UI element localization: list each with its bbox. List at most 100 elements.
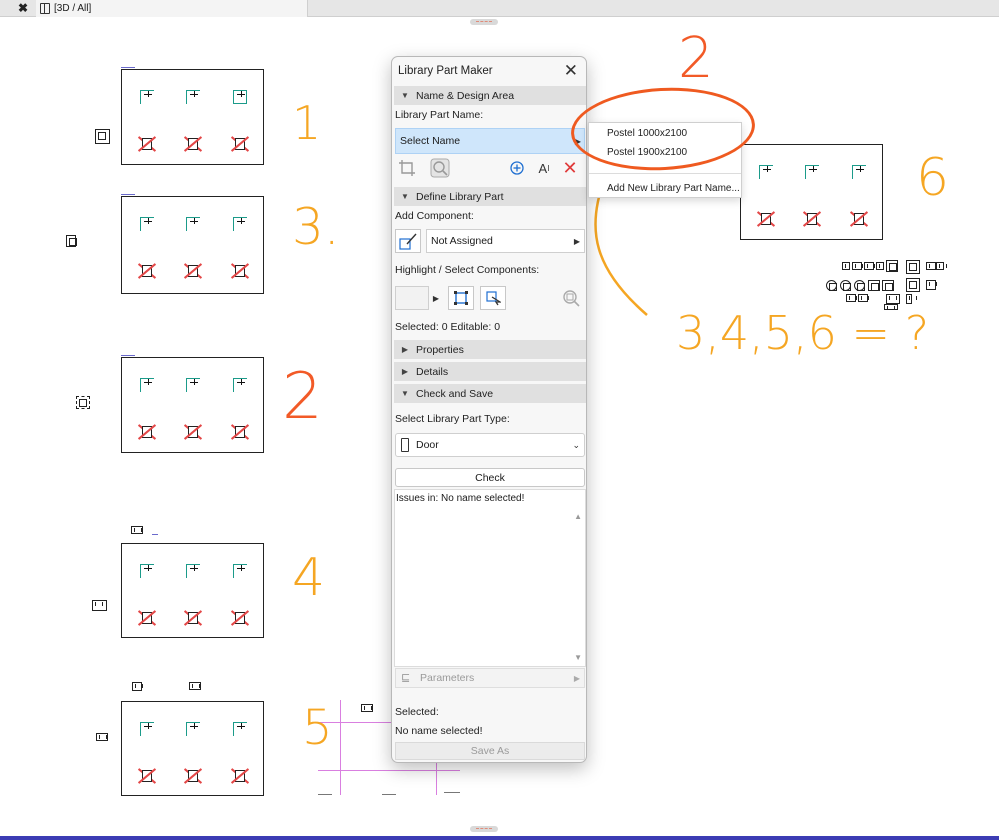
deleted-element-icon <box>184 610 202 626</box>
door-symbol-icon <box>186 378 200 392</box>
add-component-label: Add Component: <box>395 210 474 222</box>
top-resize-grip[interactable] <box>470 19 498 25</box>
zoom-select-icon[interactable] <box>559 286 583 310</box>
door-symbol-icon <box>140 722 154 736</box>
close-icon[interactable]: ✕ <box>564 61 578 81</box>
3d-view-icon <box>40 3 50 14</box>
plan-symbol-icon <box>906 260 920 274</box>
door-symbol-icon <box>186 90 200 104</box>
guide-line <box>436 760 437 795</box>
door-symbol-icon <box>140 217 154 231</box>
save-as-button: Save As <box>395 742 585 760</box>
scroll-up-icon[interactable]: ▲ <box>574 512 582 521</box>
drawing-1[interactable] <box>121 69 264 165</box>
section-label: Properties <box>416 343 464 356</box>
check-button[interactable]: Check <box>395 468 585 487</box>
drawing-marker <box>121 355 135 356</box>
chevron-right-icon: ▶ <box>573 673 580 683</box>
wall-line <box>318 794 332 795</box>
door-symbol-icon <box>233 564 247 578</box>
delete-icon[interactable]: ✕ <box>558 156 582 180</box>
drawing-5[interactable] <box>121 701 264 796</box>
door-symbol-icon <box>233 722 247 736</box>
door-symbol-icon <box>186 217 200 231</box>
add-new-library-part-name[interactable]: Add New Library Part Name... <box>607 183 740 194</box>
annotation-3: 3. <box>292 198 340 256</box>
door-symbol-icon <box>233 90 247 104</box>
drawing-marker <box>121 194 135 195</box>
deleted-element-icon <box>138 768 156 784</box>
library-part-maker-dialog: Library Part Maker ✕ ▼ Name & Design Are… <box>391 56 587 763</box>
deleted-element-icon <box>757 211 775 227</box>
rename-icon[interactable]: AI <box>532 156 556 180</box>
plan-symbol-icon <box>92 600 107 611</box>
drawing-marker <box>152 534 158 535</box>
section-check-save[interactable]: ▼ Check and Save <box>394 384 586 403</box>
deleted-element-icon <box>231 610 249 626</box>
section-define[interactable]: ▼ Define Library Part <box>394 187 586 206</box>
drawing-4[interactable] <box>121 543 264 638</box>
guide-line <box>340 700 341 795</box>
select-all-button[interactable] <box>448 286 474 310</box>
wall-line <box>444 792 460 793</box>
tab-3d-all[interactable]: [3D / All] <box>36 0 308 17</box>
bottom-resize-grip[interactable] <box>470 826 498 832</box>
plan-symbol-icon <box>906 294 917 304</box>
section-label: Define Library Part <box>416 190 504 203</box>
plan-symbol-icon <box>131 526 143 534</box>
part-type-select[interactable]: Door ⌄ <box>395 433 585 457</box>
no-name-selected-text: No name selected! <box>395 725 483 737</box>
door-symbol-icon <box>140 378 154 392</box>
plan-symbol-icon <box>926 280 937 290</box>
library-part-name-label: Library Part Name: <box>395 109 484 121</box>
drawing-3[interactable] <box>121 196 264 294</box>
dialog-title: Library Part Maker <box>398 65 493 77</box>
part-type-label: Select Library Part Type: <box>395 413 510 425</box>
chevron-right-icon[interactable]: ▶ <box>430 286 442 310</box>
deleted-element-icon <box>803 211 821 227</box>
chevron-down-icon: ▼ <box>401 91 409 100</box>
door-symbol-icon <box>186 564 200 578</box>
plan-symbol-icon <box>936 262 947 270</box>
section-details[interactable]: ▶ Details <box>394 362 586 381</box>
deleted-element-icon <box>138 263 156 279</box>
crop-icon[interactable] <box>395 156 419 180</box>
tab-label: [3D / All] <box>54 3 92 14</box>
plan-symbol-icon <box>854 280 865 291</box>
close-tab-icon[interactable]: ✖ <box>18 1 28 15</box>
scroll-down-icon[interactable]: ▼ <box>574 653 582 662</box>
guide-line <box>318 770 460 771</box>
plan-symbol-icon <box>842 262 853 270</box>
section-label: Details <box>416 365 449 378</box>
select-component-button[interactable] <box>480 286 506 310</box>
plan-symbol-icon <box>95 129 110 144</box>
add-icon[interactable] <box>505 156 529 180</box>
component-select[interactable]: Not Assigned ▶ <box>426 229 585 253</box>
drawing-2[interactable] <box>121 357 264 453</box>
parameters-button: ⊑ Parameters ▶ <box>395 668 585 688</box>
plan-symbol-icon <box>868 280 880 291</box>
drawing-6[interactable] <box>740 144 883 240</box>
part-type-value: Door <box>416 439 439 451</box>
section-name-design[interactable]: ▼ Name & Design Area <box>394 86 586 105</box>
deleted-element-icon <box>231 424 249 440</box>
plan-symbol-icon <box>66 235 77 247</box>
section-properties[interactable]: ▶ Properties <box>394 340 586 359</box>
deleted-element-icon <box>184 768 202 784</box>
plan-symbol-icon <box>826 280 837 291</box>
bottom-edge-line <box>0 836 999 840</box>
select-name-dropdown[interactable]: Select Name ▶ <box>395 128 585 154</box>
component-value: Not Assigned <box>431 235 493 247</box>
deleted-element-icon <box>231 768 249 784</box>
chevron-right-icon: ▶ <box>401 345 409 354</box>
issues-list[interactable]: Issues in: No name selected! ▲ ▼ <box>394 489 586 667</box>
chevron-right-icon: ▶ <box>573 236 580 246</box>
plan-symbol-icon <box>361 704 373 712</box>
assign-component-button[interactable] <box>395 229 421 253</box>
deleted-element-icon <box>184 136 202 152</box>
deleted-element-icon <box>184 263 202 279</box>
highlight-swatch[interactable] <box>395 286 429 310</box>
plan-symbol-icon <box>864 262 875 270</box>
tab-bar: ✖ [3D / All] <box>0 0 999 17</box>
zoom-select-icon[interactable] <box>428 156 452 180</box>
